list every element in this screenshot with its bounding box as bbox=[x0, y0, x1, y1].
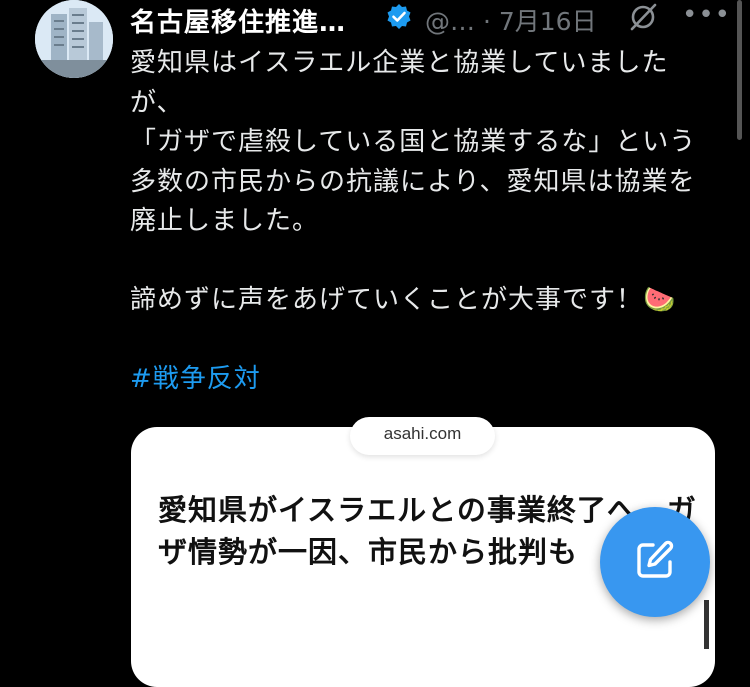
author-handle[interactable]: @… bbox=[425, 7, 475, 36]
compose-icon bbox=[633, 538, 677, 586]
post-paragraph-2: 諦めずに声をあげていくことが大事です！🍉 bbox=[130, 285, 677, 315]
scrollbar[interactable] bbox=[737, 0, 742, 140]
hashtag-link[interactable]: #戦争反対 bbox=[130, 364, 261, 394]
post-body: 愛知県はイスラエル企業と協業していましたが、 「ガザで虐殺している国と協業するな… bbox=[130, 44, 710, 400]
handle-date: @… · 7月16日 bbox=[425, 2, 597, 38]
more-icon[interactable]: ••• bbox=[682, 0, 731, 30]
separator-dot: · bbox=[482, 7, 491, 36]
card-scroll-edge bbox=[704, 600, 709, 649]
author-name[interactable]: 名古屋移住推進… bbox=[130, 2, 346, 39]
post-paragraph-1: 愛知県はイスラエル企業と協業していましたが、 「ガザで虐殺している国と協業するな… bbox=[130, 48, 697, 236]
compose-button[interactable] bbox=[600, 507, 710, 617]
author-avatar[interactable] bbox=[35, 0, 113, 78]
grok-icon[interactable] bbox=[628, 2, 658, 32]
verified-badge-icon bbox=[385, 3, 413, 31]
post-date[interactable]: 7月16日 bbox=[499, 7, 597, 36]
post-header: 名古屋移住推進… @… · 7月16日 ••• bbox=[130, 0, 750, 39]
link-card-domain: asahi.com bbox=[350, 417, 495, 455]
